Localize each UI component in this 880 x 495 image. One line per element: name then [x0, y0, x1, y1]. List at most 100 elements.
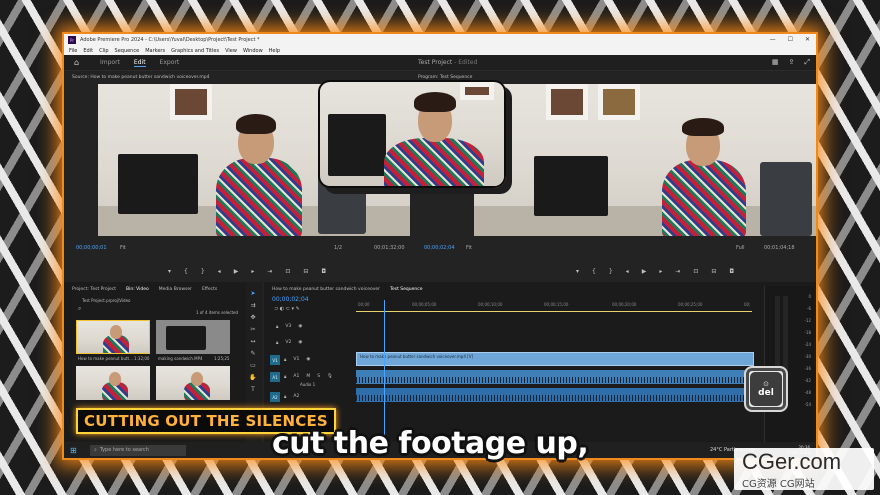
bin-item-2[interactable] [76, 366, 150, 400]
menu-sequence[interactable]: Sequence [115, 48, 140, 54]
menu-edit[interactable]: Edit [83, 48, 93, 54]
razor-tool-icon[interactable]: ✂ [248, 326, 258, 333]
tab-timeline-source[interactable]: How to make peanut butter sandwich voice… [272, 287, 380, 292]
mark-in-icon[interactable]: ▾ [168, 268, 171, 275]
taskbar-search-placeholder: Type here to search [99, 447, 149, 453]
eye-icon[interactable]: ◉ [306, 357, 310, 362]
track-a2-header[interactable]: 🔒︎ A2 [278, 392, 364, 401]
go-to-out-icon[interactable]: ⇥ [675, 268, 680, 275]
window-title: Adobe Premiere Pro 2024 - C:\Users\Yuval… [80, 37, 260, 43]
home-icon[interactable]: ⌂ [74, 58, 86, 67]
minimize-button[interactable]: — [770, 34, 776, 46]
eye-icon[interactable]: ◉ [298, 340, 302, 345]
source-monitor-tab[interactable]: Source: How to make peanut butter sandwi… [72, 75, 210, 80]
program-duration: 00;01;04;18 [764, 245, 795, 251]
video-clip[interactable]: How to make peanut butter sandwich voice… [356, 352, 754, 366]
mic-icon[interactable]: 🎙︎ [327, 374, 333, 379]
track-v1-header[interactable]: 🔒︎ V1 ◉ [278, 355, 364, 364]
eye-icon[interactable]: ◉ [298, 324, 302, 329]
tab-media-browser[interactable]: Media Browser [159, 287, 192, 292]
track-v2-header[interactable]: 🔒︎ V2 ◉ [270, 338, 356, 347]
quick-export-icon[interactable]: ⇪ [789, 58, 795, 67]
play-icon[interactable]: ▶ [234, 268, 239, 275]
ripple-edit-tool-icon[interactable]: ✥ [248, 314, 258, 321]
step-back-icon[interactable]: ◂ [626, 268, 629, 275]
program-fit-select[interactable]: Fit [466, 245, 472, 251]
maximize-button[interactable]: ☐ [788, 34, 793, 46]
step-forward-icon[interactable]: ▸ [659, 268, 662, 275]
program-monitor-view[interactable] [474, 84, 816, 236]
slip-tool-icon[interactable]: ↔ [248, 338, 258, 345]
lock-icon[interactable]: 🔒︎ [284, 394, 286, 400]
taskbar-search[interactable]: ⌕ Type here to search [90, 444, 186, 456]
menu-file[interactable]: File [69, 48, 77, 54]
timeline-timecode[interactable]: 00;00;02;04 [272, 296, 309, 303]
track-a1-header[interactable]: 🔒︎ A1 M S 🎙︎ [278, 372, 364, 381]
source-page[interactable]: 1/2 [334, 245, 342, 251]
program-quality-select[interactable]: Full [736, 245, 745, 251]
hand-tool-icon[interactable]: ✋ [248, 374, 258, 381]
selection-tool-icon[interactable]: ➤ [248, 290, 258, 297]
pen-tool-icon[interactable]: ✎ [248, 350, 258, 357]
menu-clip[interactable]: Clip [99, 48, 108, 54]
tab-export[interactable]: Export [160, 59, 180, 66]
mute-button[interactable]: M [306, 374, 310, 379]
camera-icon[interactable]: ◘ [321, 268, 326, 275]
lift-icon[interactable]: ⊡ [693, 268, 698, 275]
lock-icon[interactable]: 🔒︎ [284, 357, 286, 363]
mark-out-icon[interactable]: { [592, 268, 596, 275]
bin-item-3[interactable] [156, 366, 230, 400]
bin-item-0-name: How to make peanut butt... [78, 356, 133, 361]
track-select-tool-icon[interactable]: ⇉ [248, 302, 258, 309]
source-fit-select[interactable]: Fit [120, 245, 126, 251]
lock-icon[interactable]: 🔒︎ [276, 324, 278, 330]
playhead[interactable] [384, 300, 385, 446]
source-timecode[interactable]: 00;00;00;01 [76, 245, 107, 251]
menu-markers[interactable]: Markers [145, 48, 165, 54]
tab-test-sequence[interactable]: Test Sequence [390, 287, 423, 292]
extract-icon[interactable]: ⊟ [711, 268, 716, 275]
track-v3-header[interactable]: 🔒︎ V3 ◉ [270, 322, 356, 331]
bin-item-1[interactable] [156, 320, 230, 354]
audio-clip-a1[interactable] [356, 370, 754, 384]
pc-case [760, 162, 812, 236]
go-to-in-icon[interactable]: } [609, 268, 613, 275]
tab-bin-video[interactable]: Bin: Video [126, 287, 149, 292]
fullscreen-icon[interactable]: ⤢ [804, 58, 810, 67]
close-button[interactable]: ✕ [805, 34, 810, 46]
workspaces-icon[interactable]: ▦ [772, 58, 779, 67]
tab-project[interactable]: Project: Test Project [72, 287, 116, 292]
windows-start-icon[interactable]: ⊞ [70, 446, 84, 455]
step-back-icon[interactable]: ◂ [218, 268, 221, 275]
audio-clip-a2[interactable] [356, 388, 754, 402]
snap-icon[interactable]: ⊃ ◐ ⊂ ▾ ✎ [274, 306, 300, 312]
go-to-out-icon[interactable]: ⇥ [267, 268, 272, 275]
program-timecode[interactable]: 00;00;02;04 [424, 245, 455, 251]
tab-effects[interactable]: Effects [202, 287, 217, 292]
menu-graphics[interactable]: Graphics and Titles [171, 48, 219, 54]
menu-view[interactable]: View [225, 48, 237, 54]
lock-icon[interactable]: 🔒︎ [284, 374, 286, 380]
step-forward-icon[interactable]: ▸ [251, 268, 254, 275]
overwrite-icon[interactable]: ⊟ [303, 268, 308, 275]
lock-icon[interactable]: 🔒︎ [276, 340, 278, 346]
play-icon[interactable]: ▶ [642, 268, 647, 275]
menu-help[interactable]: Help [269, 48, 280, 54]
mark-in-icon[interactable]: ▾ [576, 268, 579, 275]
go-to-in-icon[interactable]: } [201, 268, 205, 275]
menu-window[interactable]: Window [243, 48, 263, 54]
person-hair [414, 92, 456, 112]
ruler-tick-0: 00;00 [358, 302, 370, 307]
bin-item-0[interactable] [76, 320, 150, 354]
tab-import[interactable]: Import [100, 59, 120, 66]
work-area-bar[interactable] [356, 311, 752, 312]
solo-button[interactable]: S [317, 374, 320, 379]
rectangle-tool-icon[interactable]: ▭ [248, 362, 258, 369]
insert-icon[interactable]: ⊡ [285, 268, 290, 275]
mark-out-icon[interactable]: { [184, 268, 188, 275]
bin-search-icon[interactable]: ⌕ [78, 305, 81, 313]
delete-key-face: ⊙ del [750, 372, 782, 406]
camera-icon[interactable]: ◘ [729, 268, 734, 275]
tab-edit[interactable]: Edit [133, 59, 146, 67]
type-tool-icon[interactable]: T [248, 386, 258, 393]
